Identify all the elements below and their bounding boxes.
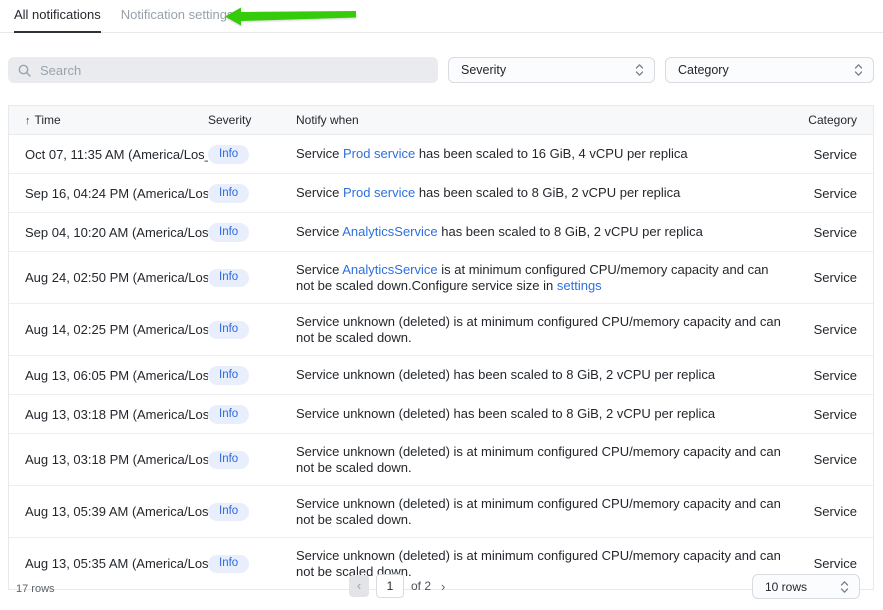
cell-severity: Info — [208, 545, 296, 583]
severity-select-label: Severity — [461, 63, 506, 77]
page-of-label: of 2 — [411, 579, 431, 593]
cell-notify-when: Service Prod service has been scaled to … — [296, 176, 793, 211]
row-count-label: 17 rows — [16, 583, 55, 595]
table-body: Oct 07, 11:35 AM (America/Los_...InfoSer… — [9, 135, 873, 589]
cell-time: Sep 04, 10:20 AM (America/Los_... — [9, 215, 208, 249]
prev-page-button[interactable]: ‹ — [349, 575, 369, 597]
table-row: Aug 13, 03:18 PM (America/Los_...Info Ser… — [9, 434, 873, 486]
cell-category: Service — [793, 313, 873, 347]
page-size-select[interactable]: 10 rows — [752, 574, 860, 599]
page-input[interactable] — [376, 574, 404, 598]
page-size-label: 10 rows — [765, 580, 807, 594]
cell-severity: Info — [208, 135, 296, 173]
column-header-time[interactable]: ↑Time — [9, 113, 208, 127]
table-row: Aug 14, 02:25 PM (America/Los_...Info Ser… — [9, 304, 873, 356]
cell-time: Aug 13, 05:39 AM (America/Los_... — [9, 495, 208, 529]
tab-all-notifications[interactable]: All notifications — [14, 0, 101, 32]
cell-category: Service — [793, 358, 873, 392]
severity-badge: Info — [208, 405, 249, 424]
cell-time: Aug 13, 06:05 PM (America/Los_... — [9, 358, 208, 392]
cell-time: Aug 13, 03:18 PM (America/Los_... — [9, 397, 208, 431]
column-header-category[interactable]: Category — [793, 113, 873, 127]
cell-time: Aug 24, 02:50 PM (America/Los_... — [9, 261, 208, 295]
severity-badge: Info — [208, 321, 249, 340]
search-icon — [18, 64, 31, 77]
sort-ascending-icon: ↑ — [25, 115, 31, 127]
cell-category: Service — [793, 176, 873, 210]
cell-time: Aug 13, 03:18 PM (America/Los_... — [9, 443, 208, 477]
table-header: ↑Time Severity Notify when Category — [9, 106, 873, 135]
cell-category: Service — [793, 261, 873, 295]
cell-time: Oct 07, 11:35 AM (America/Los_... — [9, 137, 208, 171]
cell-notify-when: Service unknown (deleted) has been scale… — [296, 358, 793, 393]
cell-category: Service — [793, 397, 873, 431]
notify-link[interactable]: AnalyticsService — [342, 262, 437, 277]
severity-badge: Info — [208, 366, 249, 385]
cell-category: Service — [793, 495, 873, 529]
severity-badge: Info — [208, 145, 249, 164]
column-header-severity[interactable]: Severity — [208, 113, 296, 127]
next-page-button[interactable]: › — [441, 579, 445, 594]
cell-severity: Info — [208, 356, 296, 394]
category-select[interactable]: Category — [665, 57, 874, 83]
cell-severity: Info — [208, 311, 296, 349]
table-row: Sep 16, 04:24 PM (America/Los_...Info Ser… — [9, 174, 873, 213]
pagination: ‹ of 2 › — [349, 574, 445, 598]
cell-category: Service — [793, 137, 873, 171]
notify-link[interactable]: Prod service — [343, 185, 415, 200]
annotation-arrow-icon — [224, 6, 358, 28]
table-row: Aug 13, 06:05 PM (America/Los_...Info Ser… — [9, 356, 873, 395]
severity-badge: Info — [208, 223, 249, 242]
search-box — [8, 57, 438, 83]
table-row: Aug 13, 05:39 AM (America/Los_...Info Ser… — [9, 486, 873, 538]
cell-severity: Info — [208, 441, 296, 479]
severity-badge: Info — [208, 555, 249, 574]
cell-notify-when: Service unknown (deleted) is at minimum … — [296, 434, 793, 485]
severity-badge: Info — [208, 269, 249, 288]
chevron-updown-icon — [854, 63, 863, 77]
notify-link[interactable]: settings — [557, 278, 602, 293]
severity-select[interactable]: Severity — [448, 57, 655, 83]
tab-notification-settings[interactable]: Notification settings — [121, 0, 234, 32]
table-row: Aug 24, 02:50 PM (America/Los_...Info Ser… — [9, 252, 873, 304]
category-select-label: Category — [678, 63, 729, 77]
cell-notify-when: Service AnalyticsService has been scaled… — [296, 215, 793, 250]
notify-link[interactable]: Prod service — [343, 146, 415, 161]
severity-badge: Info — [208, 451, 249, 470]
cell-notify-when: Service Prod service has been scaled to … — [296, 137, 793, 172]
cell-time: Sep 16, 04:24 PM (America/Los_... — [9, 176, 208, 210]
notify-link[interactable]: AnalyticsService — [342, 224, 437, 239]
cell-category: Service — [793, 443, 873, 477]
column-header-notify-when[interactable]: Notify when — [296, 112, 793, 128]
search-input[interactable] — [38, 62, 428, 79]
cell-severity: Info — [208, 493, 296, 531]
cell-notify-when: Service unknown (deleted) is at minimum … — [296, 486, 793, 537]
cell-time: Aug 13, 05:35 AM (America/Los_... — [9, 547, 208, 581]
cell-severity: Info — [208, 174, 296, 212]
chevron-updown-icon — [840, 580, 849, 594]
table-row: Aug 13, 03:18 PM (America/Los_...Info Ser… — [9, 395, 873, 434]
severity-badge: Info — [208, 184, 249, 203]
cell-severity: Info — [208, 259, 296, 297]
notifications-table: ↑Time Severity Notify when Category Oct … — [8, 105, 874, 590]
cell-notify-when: Service AnalyticsService is at minimum c… — [296, 252, 793, 303]
tab-bar: All notifications Notification settings — [0, 0, 883, 33]
table-row: Sep 04, 10:20 AM (America/Los_...Info Ser… — [9, 213, 873, 252]
cell-severity: Info — [208, 213, 296, 251]
cell-time: Aug 14, 02:25 PM (America/Los_... — [9, 313, 208, 347]
chevron-updown-icon — [635, 63, 644, 77]
notifications-page: All notifications Notification settings … — [0, 0, 883, 610]
cell-notify-when: Service unknown (deleted) is at minimum … — [296, 304, 793, 355]
table-row: Oct 07, 11:35 AM (America/Los_...Info Ser… — [9, 135, 873, 174]
cell-severity: Info — [208, 395, 296, 433]
severity-badge: Info — [208, 503, 249, 522]
cell-category: Service — [793, 215, 873, 249]
cell-notify-when: Service unknown (deleted) has been scale… — [296, 397, 793, 432]
